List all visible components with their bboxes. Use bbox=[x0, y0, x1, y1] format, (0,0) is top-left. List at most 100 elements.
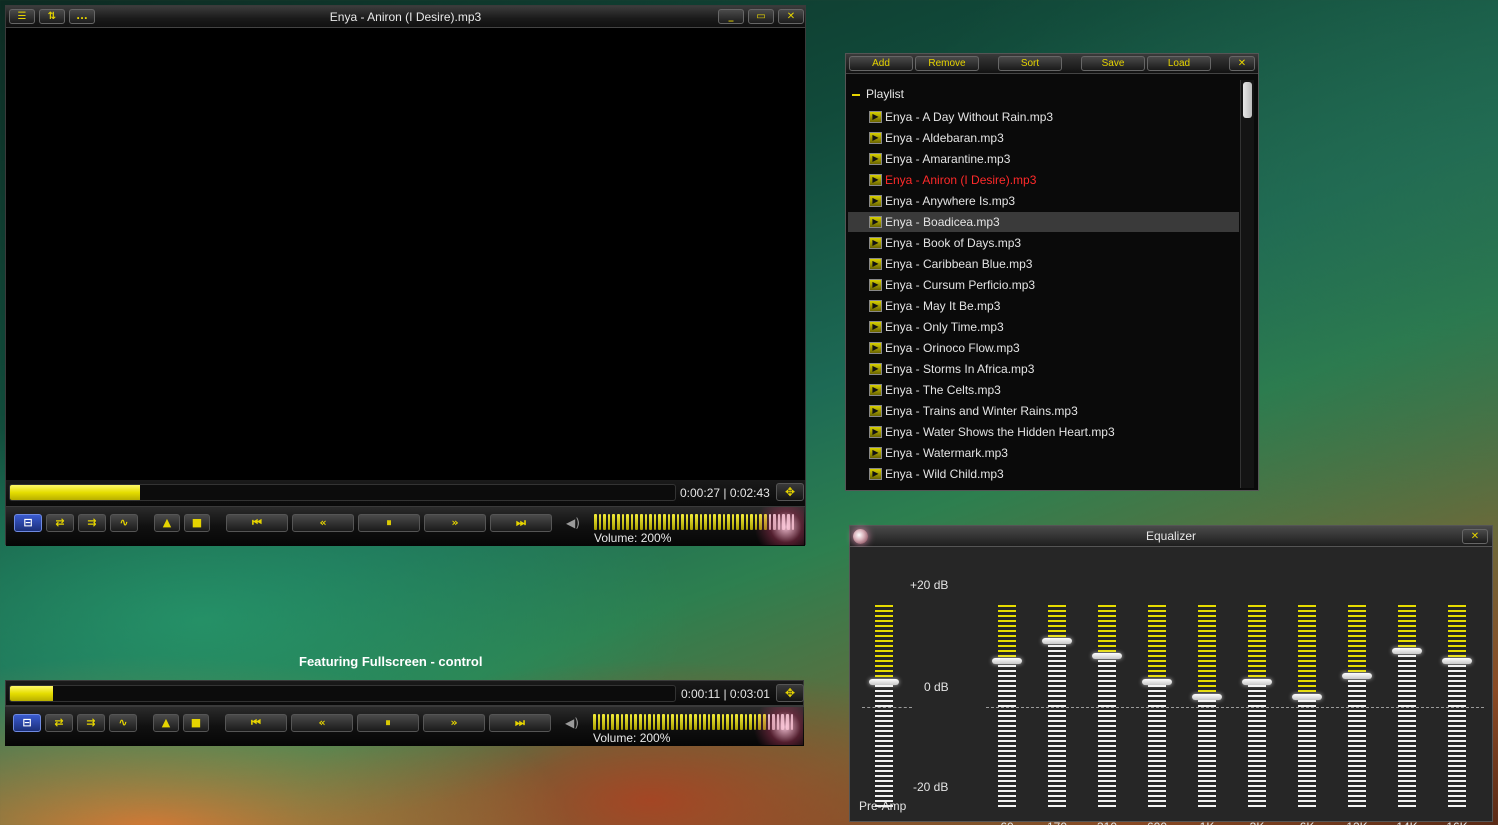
volume-tick bbox=[598, 514, 602, 530]
playlist-item[interactable]: ▶ Enya - Aniron (I Desire).mp3 bbox=[848, 170, 1239, 190]
slider-knob[interactable] bbox=[1142, 678, 1172, 685]
playlist-item[interactable]: ▶ Enya - Wild Child.mp3 bbox=[848, 464, 1239, 484]
eq-band-slider-16k[interactable] bbox=[1442, 605, 1472, 809]
add-button[interactable]: Add bbox=[849, 56, 913, 71]
expand-arrows-icon[interactable]: ✥ bbox=[776, 483, 804, 501]
eq-band-slider-14k[interactable] bbox=[1392, 605, 1422, 809]
stop-button[interactable]: ■ bbox=[184, 514, 210, 532]
eq-band-slider-170[interactable] bbox=[1042, 605, 1072, 809]
sort-button[interactable]: Sort bbox=[998, 56, 1062, 71]
slider-level bbox=[998, 605, 1016, 662]
slider-knob[interactable] bbox=[869, 678, 899, 685]
repeat-button[interactable]: ⇉ bbox=[78, 514, 106, 532]
fs-seek-bar[interactable] bbox=[9, 685, 676, 702]
playlist-item[interactable]: ▶ Enya - Anywhere Is.mp3 bbox=[848, 191, 1239, 211]
collapse-icon[interactable] bbox=[852, 93, 860, 96]
eq-band-slider-1k[interactable] bbox=[1192, 605, 1222, 809]
speaker-icon[interactable]: ◀) bbox=[566, 516, 580, 530]
slider-knob[interactable] bbox=[992, 658, 1022, 665]
fs-speaker-icon[interactable]: ◀) bbox=[565, 716, 579, 730]
eq-band-label: 1K bbox=[1187, 820, 1227, 825]
playlist-item[interactable]: ▶ Enya - Watermark.mp3 bbox=[848, 443, 1239, 463]
playlist-scroll-thumb[interactable] bbox=[1243, 82, 1252, 118]
playlist-item[interactable]: ▶ Enya - Trains and Winter Rains.mp3 bbox=[848, 401, 1239, 421]
fs-shuffle-button[interactable]: ⇄ bbox=[45, 714, 73, 732]
playlist-item[interactable]: ▶ Enya - Storms In Africa.mp3 bbox=[848, 359, 1239, 379]
slider-knob[interactable] bbox=[1392, 647, 1422, 654]
eq-band-slider-3k[interactable] bbox=[1242, 605, 1272, 809]
playlist-item[interactable]: ▶ Enya - Boadicea.mp3 bbox=[848, 212, 1239, 232]
eq-band-slider-6k[interactable] bbox=[1292, 605, 1322, 809]
fs-equalizer-toggle-button[interactable]: ∿ bbox=[109, 714, 137, 732]
preamp-slider[interactable] bbox=[869, 605, 899, 809]
equalizer-close-button[interactable]: ✕ bbox=[1462, 529, 1488, 544]
playlist-item[interactable]: ▶ Enya - Orinoco Flow.mp3 bbox=[848, 338, 1239, 358]
volume-tick bbox=[762, 714, 766, 730]
eq-band-slider-12k[interactable] bbox=[1342, 605, 1372, 809]
eq-band-slider-310[interactable] bbox=[1092, 605, 1122, 809]
fs-next-button[interactable]: ⏭ bbox=[489, 714, 551, 732]
eq-band-slider-60[interactable] bbox=[992, 605, 1022, 809]
playlist-toggle-button[interactable]: ⊟ bbox=[14, 514, 42, 532]
slider-knob[interactable] bbox=[1442, 658, 1472, 665]
close-button[interactable]: ✕ bbox=[778, 9, 804, 24]
audio-file-icon: ▶ bbox=[869, 258, 882, 270]
fs-stop-button[interactable]: ■ bbox=[183, 714, 209, 732]
slider-knob[interactable] bbox=[1342, 673, 1372, 680]
minimize-button[interactable]: _ bbox=[718, 9, 744, 24]
playlist-item[interactable]: ▶ Enya - Amarantine.mp3 bbox=[848, 149, 1239, 169]
fs-forward-button[interactable]: » bbox=[423, 714, 485, 732]
slider-knob[interactable] bbox=[1292, 693, 1322, 700]
playlist-tree[interactable]: Playlist ▶ Enya - A Day Without Rain.mp3 ▶… bbox=[848, 80, 1239, 488]
playlist-item[interactable]: ▶ Enya - Caribbean Blue.mp3 bbox=[848, 254, 1239, 274]
equalizer-title: Equalizer bbox=[1145, 529, 1197, 543]
slider-knob[interactable] bbox=[1092, 653, 1122, 659]
fs-playlist-toggle-button[interactable]: ⊟ bbox=[13, 714, 41, 732]
seek-bar[interactable] bbox=[9, 484, 676, 501]
playlist-item[interactable]: ▶ Enya - The Celts.mp3 bbox=[848, 380, 1239, 400]
fs-repeat-button[interactable]: ⇉ bbox=[77, 714, 105, 732]
remove-button[interactable]: Remove bbox=[915, 56, 979, 71]
fs-pause-button[interactable]: ⏸ bbox=[357, 714, 419, 732]
playlist-item-label: Enya - Watermark.mp3 bbox=[885, 446, 1008, 460]
slider-knob[interactable] bbox=[1242, 678, 1272, 685]
fullscreen-caption: Featuring Fullscreen - control bbox=[299, 654, 483, 669]
load-button[interactable]: Load bbox=[1147, 56, 1211, 71]
slider-knob[interactable] bbox=[1192, 693, 1222, 700]
forward-button[interactable]: » bbox=[424, 514, 486, 532]
playlist-root[interactable]: Playlist bbox=[852, 87, 904, 101]
playlist-scrollbar[interactable] bbox=[1240, 80, 1254, 488]
slider-knob[interactable] bbox=[1042, 637, 1072, 644]
fs-rewind-button[interactable]: « bbox=[291, 714, 353, 732]
rewind-button[interactable]: « bbox=[292, 514, 354, 532]
seek-progress bbox=[10, 485, 140, 500]
pause-button[interactable]: ⏸ bbox=[358, 514, 420, 532]
fs-volume-label: Volume: 200% bbox=[593, 731, 671, 745]
playlist-item[interactable]: ▶ Enya - May It Be.mp3 bbox=[848, 296, 1239, 316]
fs-eject-button[interactable]: ▲ bbox=[153, 714, 179, 732]
playlist-item-label: Enya - May It Be.mp3 bbox=[885, 299, 1001, 313]
playlist-close-button[interactable]: ✕ bbox=[1229, 56, 1255, 71]
playlist-item[interactable]: ▶ Enya - Only Time.mp3 bbox=[848, 317, 1239, 337]
eq-band-slider-600[interactable] bbox=[1142, 605, 1172, 809]
playlist-item[interactable]: ▶ Enya - A Day Without Rain.mp3 bbox=[848, 107, 1239, 127]
volume-tick bbox=[782, 514, 785, 530]
playlist-item[interactable]: ▶ Enya - Water Shows the Hidden Heart.mp3 bbox=[848, 422, 1239, 442]
volume-slider[interactable] bbox=[594, 514, 795, 530]
playlist-item[interactable]: ▶ Enya - Book of Days.mp3 bbox=[848, 233, 1239, 253]
video-area[interactable] bbox=[6, 28, 805, 480]
equalizer-toggle-button[interactable]: ∿ bbox=[110, 514, 138, 532]
control-bar: ⊟ ⇄ ⇉ ∿ ▲ ■ ⏮ « ⏸ » ⏭ ◀) Volume: 200% bbox=[6, 506, 805, 546]
shuffle-button[interactable]: ⇄ bbox=[46, 514, 74, 532]
volume-tick bbox=[786, 514, 790, 530]
fs-volume-slider[interactable] bbox=[593, 714, 794, 730]
next-button[interactable]: ⏭ bbox=[490, 514, 552, 532]
previous-button[interactable]: ⏮ bbox=[226, 514, 288, 532]
eject-button[interactable]: ▲ bbox=[154, 514, 180, 532]
playlist-item[interactable]: ▶ Enya - Cursum Perficio.mp3 bbox=[848, 275, 1239, 295]
playlist-item[interactable]: ▶ Enya - Aldebaran.mp3 bbox=[848, 128, 1239, 148]
maximize-button[interactable]: ▭ bbox=[748, 9, 774, 24]
save-button[interactable]: Save bbox=[1081, 56, 1145, 71]
fs-previous-button[interactable]: ⏮ bbox=[225, 714, 287, 732]
fs-expand-arrows-icon[interactable]: ✥ bbox=[776, 684, 804, 702]
